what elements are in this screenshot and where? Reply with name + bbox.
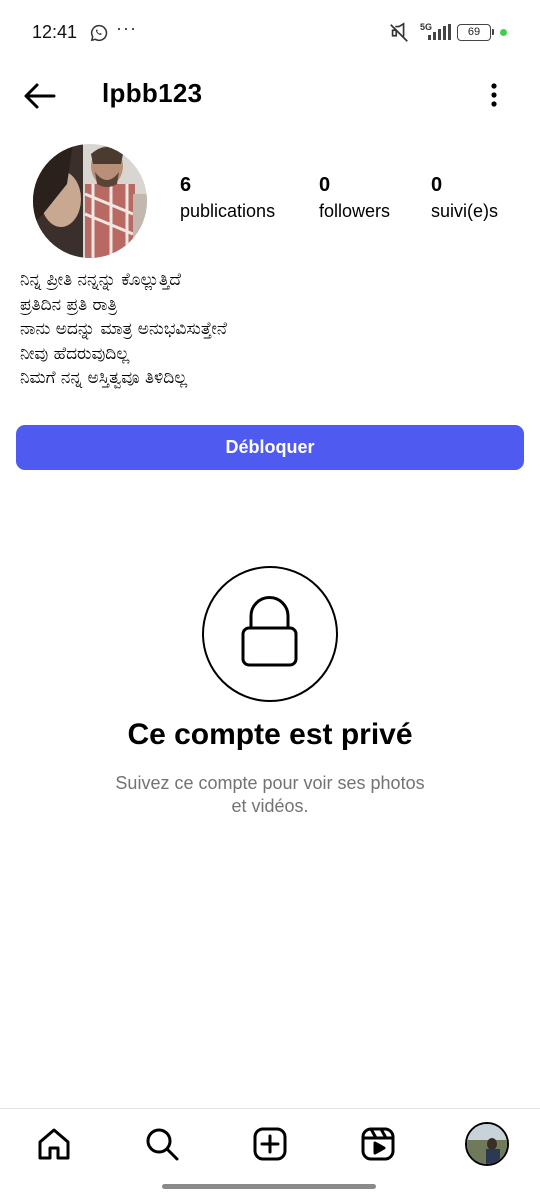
status-time: 12:41 [32,22,78,42]
profile-avatar[interactable] [33,144,147,258]
status-bar: 12:41 ··· 5G 69 [0,0,540,64]
private-title: Ce compte est privé [127,718,413,751]
lock-icon [241,596,298,667]
back-button[interactable] [20,78,60,114]
stat-count: 0 [431,174,443,196]
stat-label: followers [319,201,391,221]
bio-line: ನಿಮಗೆ ನನ್ನ ಅಸ್ತಿತ್ವವೂ ತಿಳಿದಿಲ್ಲ [20,368,188,388]
bio-line: ನಿನ್ನ ಪ್ರೀತಿ ನನ್ನನ್ನು ಕೊಲ್ಲುತ್ತಿದೆ [20,270,182,290]
bottom-nav-divider [0,1108,540,1109]
home-icon [38,1128,70,1160]
nav-create[interactable] [250,1124,290,1164]
nav-home[interactable] [34,1124,74,1164]
stat-label: publications [180,201,276,221]
signal-icon [428,24,451,40]
bio-line: ನೀವು ಹೆದರುವುದಿಲ್ಲ [20,343,130,364]
stat-followers[interactable]: 0 followers [319,174,390,222]
create-icon [253,1127,287,1161]
nav-profile-avatar[interactable] [465,1122,509,1166]
more-vertical-icon [491,83,497,107]
nav-search[interactable] [142,1124,182,1164]
stat-label: suivi(e)s [431,201,499,221]
more-options-button[interactable] [480,80,508,112]
home-indicator[interactable] [162,1184,376,1189]
search-icon [146,1128,179,1161]
reels-icon [361,1127,395,1161]
profile-username: lpbb123 [102,78,203,108]
status-overflow: ··· [116,18,137,38]
mute-icon [390,22,408,42]
private-lock-badge [202,566,338,702]
unblock-button[interactable]: Débloquer [16,425,524,470]
stat-publications[interactable]: 6 publications [180,174,275,222]
battery-icon: 69 [457,24,494,41]
arrow-left-icon [24,83,56,109]
private-subtitle: Suivez ce compte pour voir ses photos et… [115,773,425,816]
avatar-photo [33,144,147,258]
stat-count: 6 [180,174,192,196]
privacy-indicator [500,29,507,36]
stat-count: 0 [319,174,331,196]
profile-avatar-photo [467,1124,507,1164]
stat-following[interactable]: 0 suivi(e)s [431,174,498,222]
whatsapp-icon [90,24,108,42]
nav-reels[interactable] [358,1124,398,1164]
profile-bio: ನಿನ್ನ ಪ್ರೀತಿ ನನ್ನನ್ನು ಕೊಲ್ಲುತ್ತಿದೆ ಪ್ರತಿ… [20,268,520,391]
bio-line: ನಾನು ಅದನ್ನು ಮಾತ್ರ ಅನುಭವಿಸುತ್ತೇನೆ [20,319,227,339]
bio-line: ಪ್ರತಿದಿನ ಪ್ರತಿ ರಾತ್ರಿ [20,294,118,315]
